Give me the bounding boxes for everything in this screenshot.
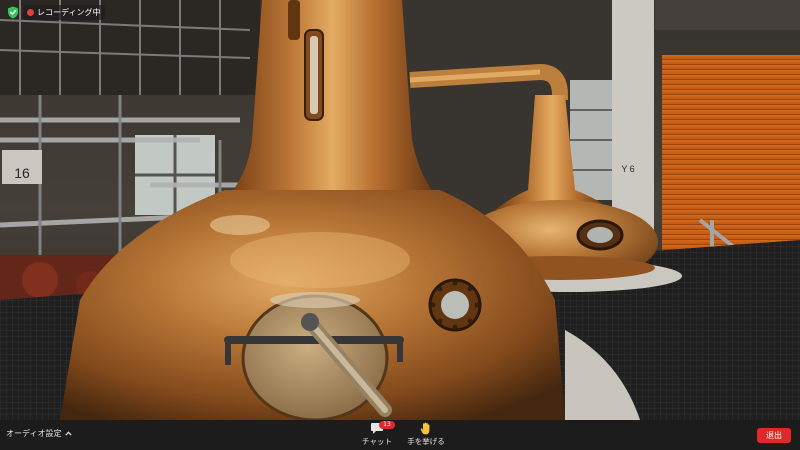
- raise-hand-button[interactable]: 手を挙げる: [396, 422, 456, 448]
- chat-badge: 13: [379, 421, 395, 429]
- recording-label: レコーディング中: [37, 8, 101, 17]
- meeting-window: 16 Y 6 レコーディング中 オーディオ設定 13 チャット 手を挙げる 退出: [0, 0, 800, 450]
- shield-icon[interactable]: [6, 6, 19, 19]
- raise-hand-label: 手を挙げる: [407, 437, 445, 446]
- recording-dot-icon: [27, 9, 34, 16]
- leave-button[interactable]: 退出: [757, 428, 791, 443]
- meeting-toolbar: オーディオ設定 13 チャット 手を挙げる 退出: [0, 420, 800, 450]
- audio-settings-button[interactable]: オーディオ設定: [6, 428, 73, 439]
- shared-video[interactable]: 16 Y 6: [0, 0, 800, 420]
- raise-hand-icon: [420, 420, 432, 439]
- distillery-scene: 16 Y 6: [0, 0, 800, 420]
- meeting-status: レコーディング中: [6, 5, 106, 20]
- audio-settings-label: オーディオ設定: [6, 429, 62, 438]
- chevron-up-icon: [65, 430, 73, 438]
- chat-label: チャット: [362, 437, 392, 446]
- recording-indicator[interactable]: レコーディング中: [23, 5, 106, 20]
